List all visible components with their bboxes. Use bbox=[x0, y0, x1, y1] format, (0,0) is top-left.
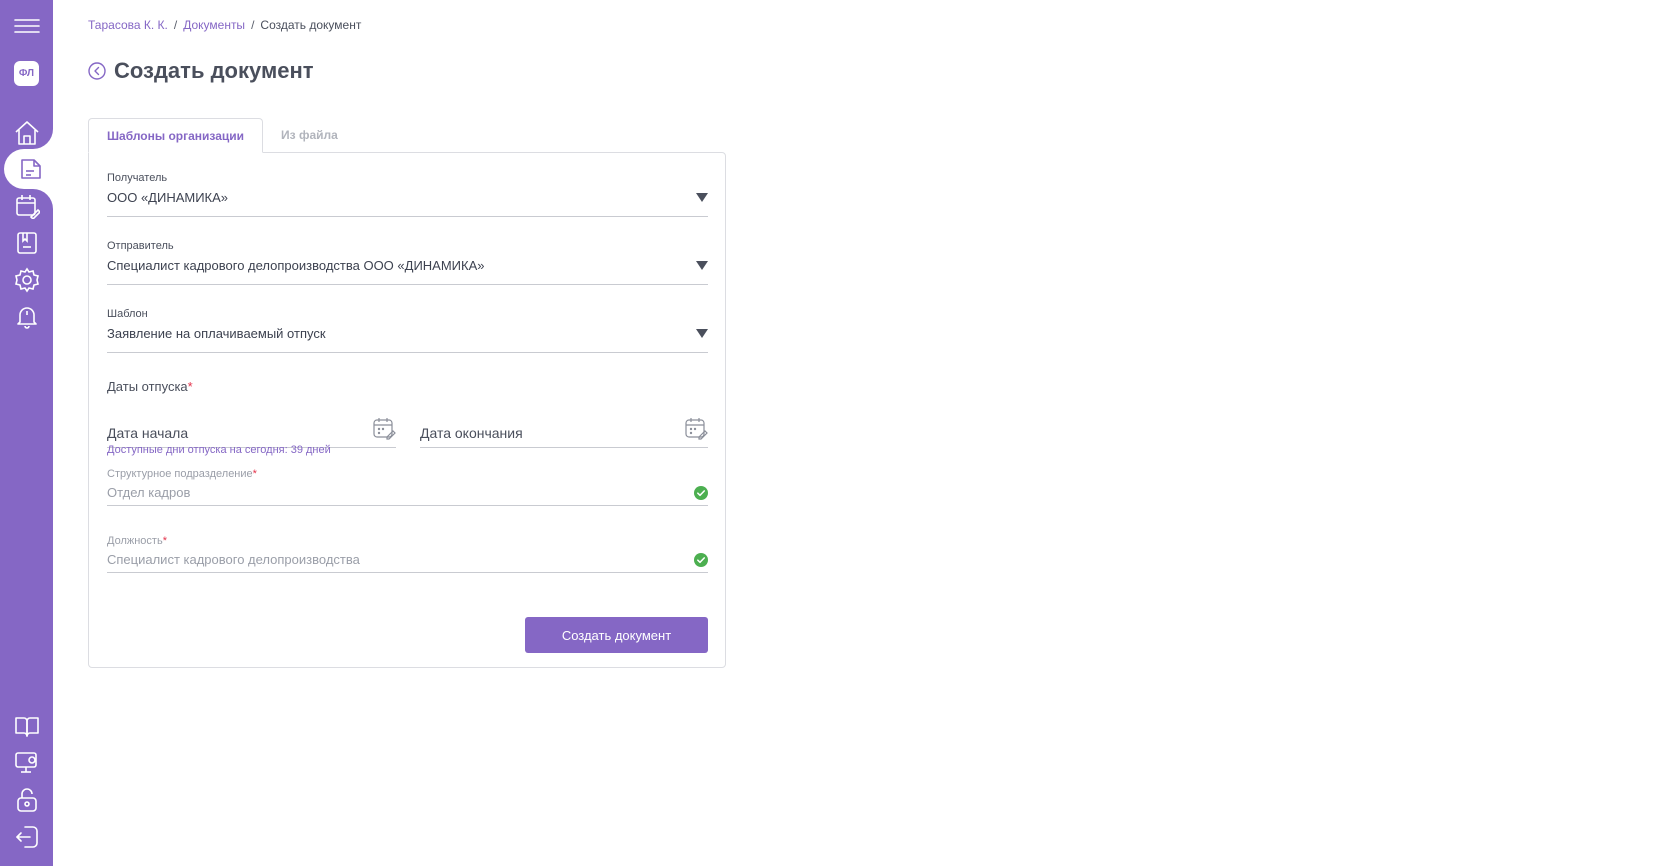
monitor-icon bbox=[14, 752, 37, 773]
vacation-dates-label: Даты отпуска* bbox=[107, 379, 193, 394]
menu-toggle-button[interactable] bbox=[0, 8, 53, 44]
logout-icon bbox=[15, 826, 38, 848]
sidebar-item-security[interactable] bbox=[0, 782, 53, 818]
sidebar-item-knowledge[interactable] bbox=[0, 708, 53, 744]
page-header: Создать документ bbox=[88, 58, 314, 84]
breadcrumb-separator: / bbox=[251, 18, 255, 32]
sidebar-item-calendar[interactable] bbox=[0, 188, 53, 224]
end-date-input[interactable]: Дата окончания bbox=[420, 411, 708, 448]
recipient-value: ООО «ДИНАМИКА» bbox=[107, 190, 229, 205]
calendar-edit-icon[interactable] bbox=[372, 416, 396, 440]
sidebar-item-logout[interactable] bbox=[0, 819, 53, 855]
sidebar-item-notifications[interactable] bbox=[0, 299, 53, 335]
sidebar-item-settings[interactable] bbox=[0, 262, 53, 298]
vacation-days-hint: Доступные дни отпуска на сегодня: 39 дне… bbox=[107, 444, 331, 456]
sidebar-item-archive[interactable] bbox=[0, 225, 53, 261]
position-value: Специалист кадрового делопроизводства bbox=[107, 552, 360, 567]
page-title: Создать документ bbox=[114, 58, 314, 83]
check-circle-icon bbox=[694, 486, 708, 500]
sender-select[interactable]: Отправитель Специалист кадрового делопро… bbox=[107, 240, 708, 285]
start-date-input[interactable]: Дата начала bbox=[107, 411, 396, 448]
calendar-edit-icon[interactable] bbox=[684, 416, 708, 440]
end-date-placeholder: Дата окончания bbox=[420, 425, 523, 441]
department-field: Структурное подразделение* Отдел кадров bbox=[107, 468, 708, 506]
sidebar-item-training[interactable] bbox=[0, 745, 53, 781]
caret-down-icon[interactable] bbox=[696, 261, 708, 270]
caret-down-icon[interactable] bbox=[696, 193, 708, 202]
vacation-dates-label-text: Даты отпуска bbox=[107, 379, 188, 394]
start-date-placeholder: Дата начала bbox=[107, 425, 189, 441]
back-arrow-icon[interactable] bbox=[88, 62, 106, 80]
breadcrumb-current: Создать документ bbox=[260, 18, 362, 32]
gear-icon bbox=[14, 267, 39, 293]
required-mark: * bbox=[252, 468, 257, 480]
unlock-icon bbox=[16, 788, 37, 812]
home-icon bbox=[14, 121, 39, 145]
breadcrumb-documents-link[interactable]: Документы bbox=[183, 18, 245, 32]
department-label-text: Структурное подразделение bbox=[107, 468, 253, 480]
caret-down-icon[interactable] bbox=[696, 329, 708, 338]
create-document-button[interactable]: Создать документ bbox=[525, 617, 708, 653]
book-icon bbox=[14, 717, 39, 737]
tab-from-file[interactable]: Из файла bbox=[263, 118, 356, 152]
sender-label: Отправитель bbox=[107, 240, 174, 252]
template-select[interactable]: Шаблон Заявление на оплачиваемый отпуск bbox=[107, 308, 708, 353]
tab-org-templates[interactable]: Шаблоны организации bbox=[88, 118, 264, 153]
bell-icon bbox=[16, 307, 37, 329]
required-mark: * bbox=[162, 535, 167, 547]
avatar[interactable]: ФЛ bbox=[14, 61, 39, 86]
document-icon bbox=[20, 159, 41, 179]
sidebar: ФЛ bbox=[0, 0, 53, 866]
tab-bar: Шаблоны организации Из файла bbox=[88, 118, 356, 153]
position-field: Должность* Специалист кадрового делопрои… bbox=[107, 535, 708, 573]
sidebar-item-documents[interactable] bbox=[4, 151, 57, 187]
hamburger-icon bbox=[13, 19, 40, 33]
recipient-select[interactable]: Получатель ООО «ДИНАМИКА» bbox=[107, 172, 708, 217]
archive-icon bbox=[16, 232, 37, 254]
position-label: Должность* bbox=[107, 535, 708, 547]
template-label: Шаблон bbox=[107, 308, 148, 320]
sender-value: Специалист кадрового делопроизводства ОО… bbox=[107, 258, 485, 273]
check-circle-icon bbox=[694, 553, 708, 567]
department-value: Отдел кадров bbox=[107, 485, 191, 500]
breadcrumb-separator: / bbox=[173, 18, 178, 32]
department-label: Структурное подразделение* bbox=[107, 468, 708, 480]
breadcrumb-user-link[interactable]: Тарасова К. К. bbox=[88, 18, 168, 32]
breadcrumb: Тарасова К. К. / Документы / Создать док… bbox=[88, 18, 361, 32]
calendar-edit-icon bbox=[15, 195, 40, 219]
position-label-text: Должность bbox=[107, 535, 163, 547]
recipient-label: Получатель bbox=[107, 172, 168, 184]
sidebar-item-home[interactable] bbox=[0, 115, 53, 151]
required-mark: * bbox=[187, 379, 193, 394]
create-document-form: Получатель ООО «ДИНАМИКА» Отправитель Сп… bbox=[88, 152, 726, 668]
template-value: Заявление на оплачиваемый отпуск bbox=[107, 326, 326, 341]
